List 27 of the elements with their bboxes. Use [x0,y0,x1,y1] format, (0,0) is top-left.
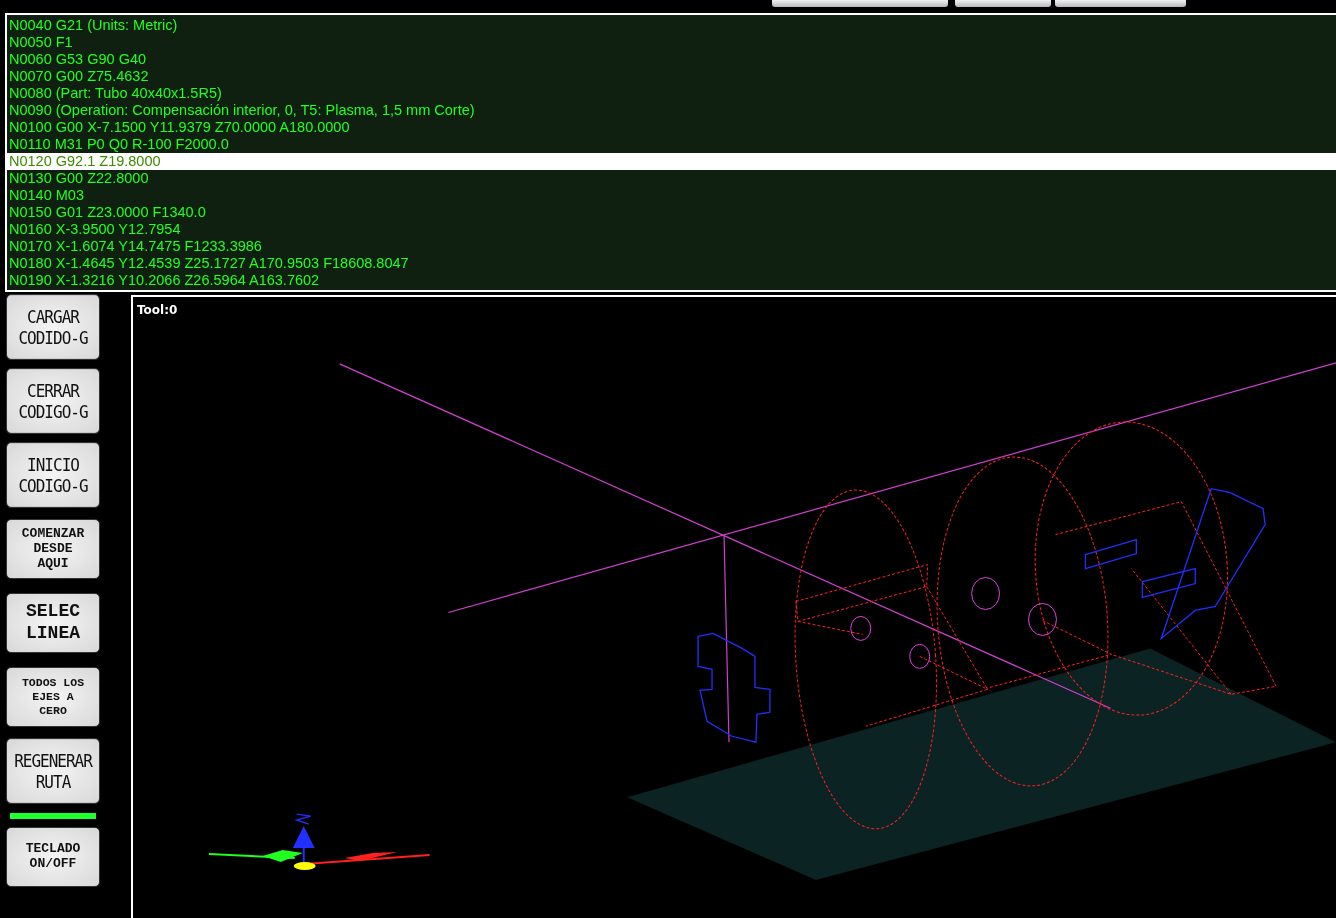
keyboard-toggle-button[interactable]: TECLADO ON/OFF [6,827,100,888]
toolbar-button[interactable] [772,0,948,7]
gcode-line[interactable]: N0180 X-1.4645 Y12.4539 Z25.1727 A170.9503 F18608.8047 [7,255,1336,272]
gcode-line[interactable]: N0100 G00 X-7.1500 Y11.9379 Z70.0000 A180.0000 [7,119,1336,136]
gcode-line[interactable]: N0040 G21 (Units: Metric) [7,17,1336,34]
tool-label: Tool:0 [137,303,178,318]
gcode-line[interactable]: N0140 M03 [7,187,1336,204]
sidebar-button[interactable]: REGENERAR RUTA [6,738,100,805]
gcode-line[interactable]: N0190 X-1.3216 Y10.2066 Z26.5964 A163.7602 [7,272,1336,289]
sidebar-button[interactable]: TODOS LOS EJES A CERO [6,667,100,728]
toolbar-button[interactable] [1055,0,1186,7]
gcode-line[interactable]: N0150 G01 Z23.0000 F1340.0 [7,204,1336,221]
gcode-line[interactable]: N0050 F1 [7,34,1336,51]
sidebar-button[interactable]: CARGAR CODIDO-G [6,294,100,361]
gcode-line[interactable]: N0130 G00 Z22.8000 [7,170,1336,187]
gcode-line[interactable]: N0090 (Operation: Compensación interior, 0, T5: Plasma, 1,5 mm Corte) [7,102,1336,119]
sidebar-button[interactable]: SELEC LINEA [6,593,100,654]
gcode-line[interactable]: N0070 G00 Z75.4632 [7,68,1336,85]
sidebar-button[interactable]: CERRAR CODIGO-G [6,368,100,435]
gcode-line[interactable]: N0060 G53 G90 G40 [7,51,1336,68]
gcode-line[interactable]: N0160 X-3.9500 Y12.7954 [7,221,1336,238]
gcode-line[interactable]: N0170 X-1.6074 Y14.7475 F1233.3986 [7,238,1336,255]
gcode-line[interactable]: N0110 M31 P0 Q0 R-100 F2000.0 [7,136,1336,153]
sidebar-button[interactable]: INICIO CODIGO-G [6,442,100,509]
gcode-line[interactable]: N0080 (Part: Tubo 40x40x1.5R5) [7,85,1336,102]
sidebar-button[interactable]: COMENZAR DESDE AQUI [6,519,100,580]
toolbar-button[interactable] [955,0,1051,7]
